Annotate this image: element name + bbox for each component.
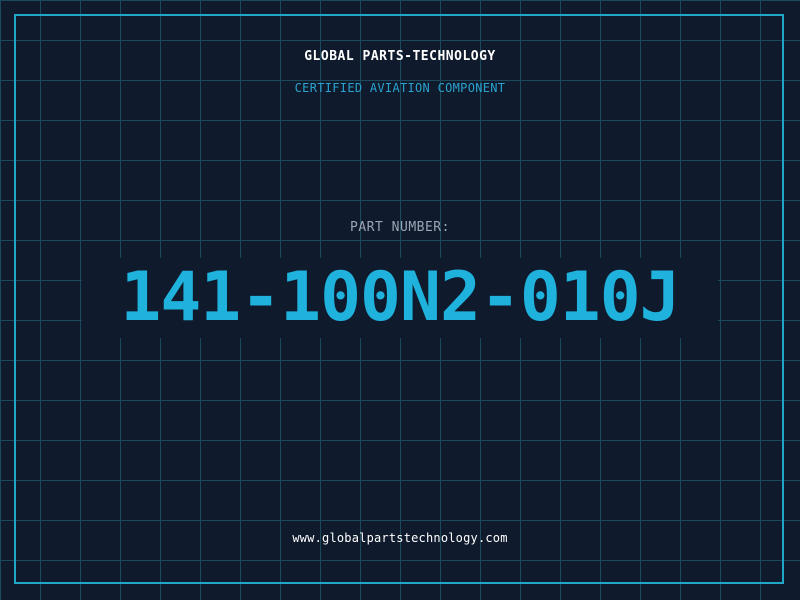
website-url: www.globalpartstechnology.com bbox=[292, 531, 508, 545]
certification-tagline: CERTIFIED AVIATION COMPONENT bbox=[294, 81, 506, 95]
part-label-card: GLOBAL PARTS-TECHNOLOGY CERTIFIED AVIATI… bbox=[0, 0, 800, 600]
part-number-value: 141-100N2-010J bbox=[82, 258, 718, 338]
company-name: GLOBAL PARTS-TECHNOLOGY bbox=[304, 49, 496, 64]
part-number-label: PART NUMBER: bbox=[350, 220, 450, 235]
